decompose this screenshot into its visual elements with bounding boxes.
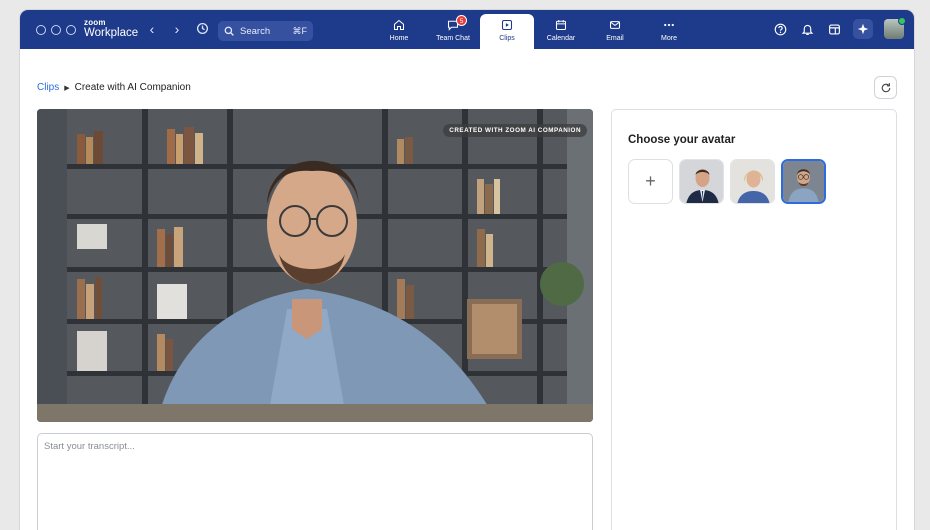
tab-label: Team Chat bbox=[436, 35, 470, 42]
breadcrumb-separator-icon: ▶ bbox=[64, 84, 70, 92]
avatar-option-man-glasses[interactable] bbox=[781, 159, 826, 204]
main-tabs: Home 5 Team Chat Clips Calendar Email Mo… bbox=[372, 14, 696, 49]
tab-label: Home bbox=[389, 35, 409, 42]
avatar-video-preview[interactable]: CREATED WITH ZOOM AI COMPANION bbox=[37, 109, 593, 422]
profile-avatar[interactable] bbox=[884, 17, 906, 39]
tab-clips[interactable]: Clips bbox=[480, 14, 534, 49]
breadcrumb: Clips ▶ Create with AI Companion bbox=[37, 82, 191, 93]
zoom-logo: zoom Workplace bbox=[84, 18, 139, 39]
tab-more[interactable]: More bbox=[642, 14, 696, 49]
avatar-option-man-suit[interactable] bbox=[679, 159, 724, 204]
avatar-man-glasses-image bbox=[783, 161, 824, 202]
calendar-icon bbox=[555, 20, 567, 31]
tab-label: Email bbox=[606, 35, 624, 42]
refresh-button[interactable] bbox=[874, 76, 897, 99]
clips-icon bbox=[501, 19, 513, 31]
tab-label: Clips bbox=[499, 35, 515, 42]
add-avatar-button[interactable]: + bbox=[628, 159, 673, 204]
help-button[interactable] bbox=[772, 21, 788, 37]
avatar-option-woman-blonde[interactable] bbox=[730, 159, 775, 204]
tab-email[interactable]: Email bbox=[588, 14, 642, 49]
window-controls bbox=[36, 25, 76, 35]
search-shortcut: ⌘F bbox=[292, 25, 308, 36]
tab-home[interactable]: Home bbox=[372, 14, 426, 49]
avatar-woman-blonde-image bbox=[731, 160, 774, 203]
breadcrumb-current: Create with AI Companion bbox=[74, 82, 191, 93]
ai-watermark-label: CREATED WITH ZOOM AI COMPANION bbox=[443, 124, 587, 137]
sparkle-icon bbox=[857, 23, 869, 35]
avatar-man-suit-image bbox=[680, 160, 723, 203]
unread-badge: 5 bbox=[456, 15, 467, 26]
tab-team-chat[interactable]: 5 Team Chat bbox=[426, 14, 480, 49]
plus-icon: + bbox=[645, 171, 656, 191]
video-scene-image bbox=[37, 109, 593, 422]
back-button[interactable]: ‹ bbox=[145, 22, 159, 36]
tab-label: More bbox=[661, 35, 677, 42]
top-bar: zoom Workplace ‹ › Search ⌘F Home 5 Team… bbox=[20, 10, 914, 49]
tab-calendar[interactable]: Calendar bbox=[534, 14, 588, 49]
tab-label: Calendar bbox=[546, 35, 576, 42]
close-window-button[interactable] bbox=[36, 25, 46, 35]
search-icon bbox=[224, 26, 234, 36]
maximize-window-button[interactable] bbox=[66, 25, 76, 35]
notifications-button[interactable] bbox=[799, 21, 815, 37]
top-right-toolbar bbox=[772, 17, 906, 39]
home-icon bbox=[393, 19, 405, 31]
search-label: Search bbox=[240, 25, 271, 37]
history-icon bbox=[196, 22, 208, 35]
avatar-panel-title: Choose your avatar bbox=[628, 134, 736, 146]
history-button[interactable] bbox=[195, 22, 209, 36]
ai-companion-button[interactable] bbox=[853, 19, 873, 39]
refresh-icon bbox=[881, 82, 890, 92]
whiteboard-button[interactable] bbox=[826, 21, 842, 37]
transcript-placeholder: Start your transcript... bbox=[44, 441, 135, 452]
avatar-panel: Choose your avatar + bbox=[611, 109, 897, 530]
transcript-input[interactable]: Start your transcript... bbox=[37, 433, 593, 530]
search-input[interactable]: Search ⌘F bbox=[218, 21, 313, 41]
avatar-list: + bbox=[628, 159, 826, 204]
bell-icon bbox=[801, 24, 813, 35]
breadcrumb-clips-link[interactable]: Clips bbox=[37, 82, 59, 93]
forward-button[interactable]: › bbox=[170, 22, 184, 36]
minimize-window-button[interactable] bbox=[51, 25, 61, 35]
app-window: zoom Workplace ‹ › Search ⌘F Home 5 Team… bbox=[20, 10, 914, 530]
help-icon bbox=[774, 23, 786, 35]
more-icon bbox=[664, 23, 674, 27]
whiteboard-icon bbox=[828, 23, 840, 35]
email-icon bbox=[609, 21, 621, 29]
